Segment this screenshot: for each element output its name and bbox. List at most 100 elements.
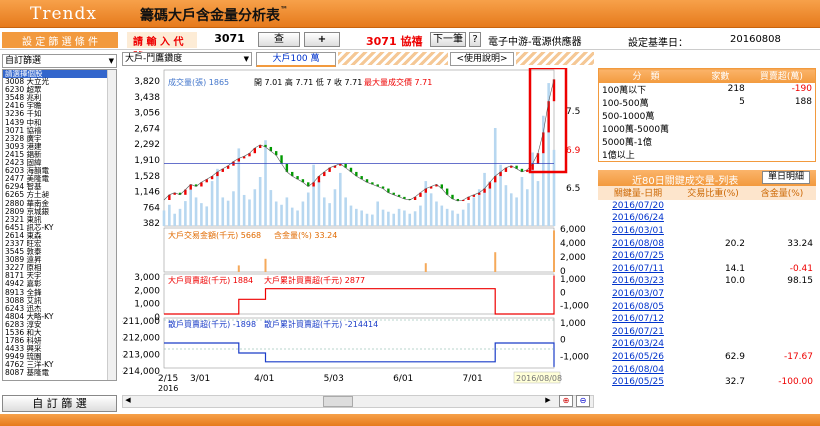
key-volume-date-link[interactable]: 2016/07/12 [598, 313, 678, 326]
right-panel: 分 類 家數 買賣超(萬) 100萬以下 218 -190 100-500萬 5 188 5… [598, 68, 820, 388]
y-tick-label: 382 [143, 219, 160, 229]
table-row[interactable]: 2016/07/11 14.1 -0.41 [598, 262, 816, 275]
date-link-text[interactable]: 2016/08/04 [612, 365, 664, 375]
table-row[interactable]: 2016/03/23 10.0 98.15 [598, 275, 816, 288]
stock-list-item[interactable]: 8087 基隆電 [3, 369, 116, 377]
date-link-text[interactable]: 2016/07/20 [612, 201, 664, 211]
date-link-text[interactable]: 2016/08/08 [612, 239, 664, 249]
key-volume-date-link[interactable]: 2016/07/20 [598, 200, 678, 213]
table-row[interactable]: 2016/03/07 [598, 288, 816, 301]
volume-bar [371, 214, 374, 226]
date-link-text[interactable]: 2016/03/23 [612, 276, 664, 286]
y-tick-label: 1,000 [134, 300, 160, 310]
table-row[interactable]: 2016/03/01 [598, 225, 816, 238]
next-button[interactable]: 下一筆 [430, 32, 466, 47]
key-volume-date-link[interactable]: 2016/03/24 [598, 338, 678, 351]
help-button[interactable]: ? [469, 32, 481, 47]
table-row[interactable]: 2016/03/24 [598, 338, 816, 351]
key-volume-date-link[interactable]: 2016/03/01 [598, 225, 678, 238]
scroll-thumb[interactable] [323, 396, 353, 407]
custom-filter-button[interactable]: 自 訂 篩 選 [2, 395, 117, 412]
table-row[interactable]: 2016/07/21 [598, 325, 816, 338]
key-volume-date-link[interactable]: 2016/08/04 [598, 363, 678, 376]
key-volume-date-link[interactable]: 2016/08/05 [598, 300, 678, 313]
table-row[interactable]: 2016/07/12 [598, 313, 816, 326]
query-button[interactable]: 查 [258, 32, 300, 47]
table-row[interactable]: 2016/07/25 [598, 250, 816, 263]
zoom-in-icon[interactable]: ⊕ [559, 395, 573, 407]
y-tick-label: 3,056 [134, 109, 160, 119]
date-link-text[interactable]: 2016/07/12 [612, 314, 664, 324]
table-row: 100-500萬 5 188 [599, 96, 816, 109]
volume-bar [515, 197, 518, 226]
table-row[interactable]: 2016/05/25 32.7 -100.00 [598, 376, 816, 389]
zoom-out-icon[interactable]: ⊖ [576, 395, 590, 407]
key-volume-date-link[interactable]: 2016/07/21 [598, 325, 678, 338]
scroll-left-icon[interactable]: ◀ [123, 396, 133, 407]
date-link-text[interactable]: 2016/03/24 [612, 339, 664, 349]
key-volume-date-link[interactable]: 2016/05/25 [598, 376, 678, 389]
summary-cat: 1000萬-5000萬 [602, 124, 670, 135]
usage-guide-button[interactable]: <使用說明> [450, 52, 514, 66]
volume-bar [189, 189, 193, 226]
y-tick-label: 1,910 [134, 156, 160, 166]
date-link-text[interactable]: 2016/05/26 [612, 352, 664, 362]
table-row[interactable]: 2016/05/26 62.9 -17.67 [598, 351, 816, 364]
key-volume-date-link[interactable]: 2016/07/11 [598, 262, 678, 275]
chart-area[interactable]: 3,820 3,438 3,056 2,674 2,292 1,910 1,528 1,146… [120, 66, 594, 410]
key-volume-gold [748, 250, 816, 263]
y-tick-label: 1,528 [134, 172, 160, 182]
key-volume-date-link[interactable]: 2016/08/08 [598, 237, 678, 250]
key-volume-date-link[interactable]: 2016/06/24 [598, 212, 678, 225]
volume-bar [178, 208, 182, 226]
key-volume-ratio: 32.7 [724, 377, 745, 388]
table-row[interactable]: 2016/08/04 [598, 363, 816, 376]
legend-max-price: 最大量成交價 7.71 [364, 77, 432, 87]
volume-bar [269, 190, 273, 226]
stock-list-scrollbar[interactable] [107, 70, 116, 380]
app-title-trademark: ™ [280, 5, 288, 14]
table-row[interactable]: 2016/08/08 20.2 33.24 [598, 237, 816, 250]
date-link-text[interactable]: 2016/07/11 [612, 264, 664, 274]
scroll-right-icon[interactable]: ▶ [543, 396, 553, 407]
tab-big-holder-100[interactable]: 大戶100 萬 [256, 52, 336, 67]
volume-bar [509, 193, 513, 226]
key-volume-date-link[interactable]: 2016/03/23 [598, 275, 678, 288]
key-volume-gold [748, 325, 816, 338]
key-volume-ratio [678, 313, 748, 326]
filter-select-value: 自訂篩選 [5, 56, 42, 66]
table-row[interactable]: 2016/08/05 [598, 300, 816, 313]
summary-count [693, 109, 748, 122]
date-link-text[interactable]: 2016/06/24 [612, 213, 664, 223]
date-link-text[interactable]: 2016/03/01 [612, 226, 664, 236]
x-tick-label: 7/01 [463, 374, 483, 384]
filter-select[interactable]: 自訂篩選 ▼ [2, 54, 117, 68]
key-volume-header-gold: 含金量(%) [748, 185, 816, 200]
summary-net [748, 109, 816, 122]
volume-bar [376, 201, 379, 226]
table-row[interactable]: 2016/06/24 [598, 212, 816, 225]
date-link-text[interactable]: 2016/05/25 [612, 377, 664, 387]
volume-bar [461, 209, 465, 226]
key-volume-date-link[interactable]: 2016/07/25 [598, 250, 678, 263]
key-volume-date-link[interactable]: 2016/05/26 [598, 351, 678, 364]
chart-svg[interactable]: 3,820 3,438 3,056 2,674 2,292 1,910 1,528 1,146… [120, 66, 594, 394]
stock-code-input[interactable]: 3071 [200, 32, 255, 48]
summary-net [748, 122, 816, 135]
horizontal-scrollbar[interactable]: ◀ ▶ ⊕ ⊖ [122, 395, 594, 408]
table-row[interactable]: 2016/07/20 [598, 200, 816, 213]
volume-bar [504, 185, 508, 226]
date-link-text[interactable]: 2016/08/05 [612, 302, 664, 312]
key-volume-date-link[interactable]: 2016/03/07 [598, 288, 678, 301]
date-link-text[interactable]: 2016/03/07 [612, 289, 664, 299]
date-link-text[interactable]: 2016/07/21 [612, 327, 664, 337]
add-button[interactable]: + [304, 32, 340, 47]
filter-settings-label[interactable]: 設 定 篩 選 條 件 [2, 32, 118, 48]
y-tick-label-right: -1,000 [560, 352, 589, 362]
daily-detail-button[interactable]: 單日明細 [762, 170, 810, 184]
stock-list[interactable]: 請選擇個股 3008 大立光 6230 超眾 3548 兆利 2416 宇瞻 3236 千… [2, 69, 117, 381]
key-volume-gold: -0.41 [789, 263, 813, 274]
date-link-text[interactable]: 2016/07/25 [612, 251, 664, 261]
range-select[interactable]: 大戶-鬥鷹鑽度 ▼ [122, 52, 252, 66]
volume-bar [194, 197, 198, 226]
